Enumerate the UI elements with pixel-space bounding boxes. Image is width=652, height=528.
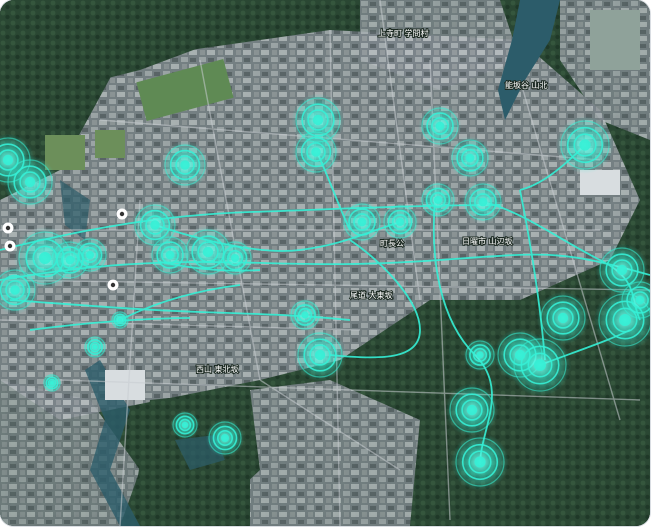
- satellite-map[interactable]: 上寺町 学問村 能坂谷 山北 町長公 日曜市 山辺坂 尾道 大東坂 西山 東北坂: [0, 0, 650, 526]
- hotspot-marker[interactable]: [340, 200, 384, 244]
- hotspot-marker[interactable]: [293, 328, 347, 382]
- label-east: 日曜市 山辺坂: [462, 236, 513, 246]
- label-north-right: 能坂谷 山北: [505, 80, 548, 90]
- hotspot-marker[interactable]: [451, 433, 509, 491]
- map-canvas[interactable]: 上寺町 学問村 能坂谷 山北 町長公 日曜市 山辺坂 尾道 大東坂 西山 東北坂: [0, 0, 650, 526]
- hotspot-marker[interactable]: [380, 202, 420, 242]
- hotspot-marker[interactable]: [556, 116, 614, 174]
- map-pin-icon[interactable]: [4, 240, 16, 252]
- label-center: 町長公: [380, 239, 404, 248]
- field-west-2: [95, 130, 125, 158]
- hotspot-marker[interactable]: [463, 338, 497, 372]
- building-southwest: [105, 370, 145, 400]
- hotspot-marker[interactable]: [170, 410, 200, 440]
- hotspot-marker[interactable]: [83, 335, 107, 359]
- map-pin-icon[interactable]: [116, 208, 128, 220]
- campus-northeast: [590, 10, 640, 70]
- hotspot-marker[interactable]: [42, 373, 62, 393]
- label-north-top: 上寺町 学問村: [378, 28, 429, 38]
- hotspot-marker[interactable]: [288, 298, 322, 332]
- hotspot-marker[interactable]: [418, 180, 458, 220]
- hotspot-marker[interactable]: [445, 383, 499, 437]
- hotspot-marker[interactable]: [205, 418, 245, 458]
- hotspot-marker[interactable]: [292, 128, 340, 176]
- hotspot-marker[interactable]: [3, 155, 57, 209]
- label-south-west: 西山 東北坂: [196, 364, 239, 374]
- hotspot-marker[interactable]: [448, 136, 492, 180]
- hotspot-marker[interactable]: [110, 310, 130, 330]
- hotspot-marker[interactable]: [161, 141, 209, 189]
- hotspot-marker[interactable]: [215, 238, 255, 278]
- map-pin-icon[interactable]: [2, 222, 14, 234]
- map-pin-icon[interactable]: [107, 279, 119, 291]
- label-center-south: 尾道 大東坂: [350, 290, 393, 300]
- hotspot-marker[interactable]: [70, 235, 110, 275]
- field-west: [45, 135, 85, 170]
- hotspot-marker[interactable]: [508, 333, 572, 397]
- hotspot-marker[interactable]: [461, 180, 505, 224]
- hotspot-marker[interactable]: [418, 104, 462, 148]
